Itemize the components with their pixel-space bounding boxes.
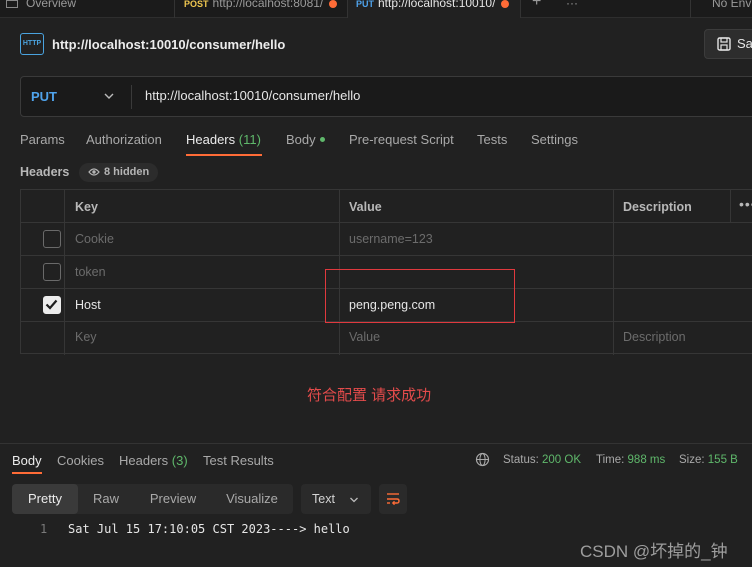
header-key-cookie[interactable]: Cookie (75, 232, 114, 246)
top-tab-strip: Overview POST http://localhost:8081/ PUT h… (0, 0, 752, 18)
column-header-description: Description (623, 200, 692, 214)
header-enable-checkbox-token[interactable] (43, 263, 61, 281)
method-select[interactable]: PUT (31, 89, 57, 104)
annotation-highlight-box (325, 269, 515, 323)
header-key-host[interactable]: Host (75, 298, 101, 312)
format-raw-button[interactable]: Raw (84, 484, 128, 514)
response-tab-test-results[interactable]: Test Results (203, 453, 274, 468)
tab-tests[interactable]: Tests (477, 132, 507, 147)
format-preview-button[interactable]: Preview (142, 484, 204, 514)
response-size: Size: 155 B (679, 454, 738, 466)
tab-settings[interactable]: Settings (531, 132, 578, 147)
globe-icon[interactable] (475, 452, 490, 467)
wrap-lines-icon (387, 493, 400, 506)
response-time: Time: 988 ms (596, 454, 666, 466)
new-header-value-input[interactable]: Value (349, 330, 380, 344)
headers-section-label: Headers (20, 165, 70, 179)
save-button[interactable]: Sa (704, 29, 752, 59)
active-tab-indicator (186, 154, 262, 156)
watermark: CSDN @坏掉的_钟 (580, 542, 728, 561)
tab-prerequest-script[interactable]: Pre-request Script (349, 132, 454, 147)
unsaved-dot-icon (501, 0, 510, 8)
annotation-text: 符合配置 请求成功 (307, 387, 432, 404)
checkmark-icon (45, 299, 58, 310)
url-input[interactable]: http://localhost:10010/consumer/hello (145, 88, 360, 103)
format-pretty-button[interactable]: Pretty (12, 484, 78, 514)
wrap-lines-button[interactable] (379, 484, 407, 514)
response-type-select[interactable]: Text (301, 484, 371, 514)
request-title[interactable]: http://localhost:10010/consumer/hello (52, 37, 285, 52)
new-tab-button[interactable]: + (532, 0, 548, 18)
overview-icon (6, 0, 18, 8)
response-active-tab-indicator (12, 472, 42, 474)
tab-authorization[interactable]: Authorization (86, 132, 162, 147)
header-value-cookie[interactable]: username=123 (349, 232, 433, 246)
body-has-content-dot-icon (319, 137, 325, 142)
response-tab-cookies[interactable]: Cookies (57, 453, 104, 468)
url-bar: PUT http://localhost:10010/consumer/hell… (20, 76, 752, 117)
header-enable-checkbox-host[interactable] (43, 296, 61, 314)
tab-body[interactable]: Body (286, 132, 325, 147)
hidden-headers-toggle[interactable]: 8 hidden (79, 163, 159, 182)
table-options-button[interactable]: ••• (739, 196, 752, 212)
chevron-down-icon (350, 497, 358, 503)
tab-params[interactable]: Params (20, 132, 65, 147)
header-enable-checkbox-cookie[interactable] (43, 230, 61, 248)
response-status: Status: 200 OK (503, 454, 582, 466)
tab-post-request[interactable]: POST http://localhost:8081/ (184, 0, 342, 18)
new-header-description-input[interactable]: Description (623, 330, 686, 344)
chevron-down-icon[interactable] (103, 90, 115, 102)
header-key-token[interactable]: token (75, 265, 106, 279)
tab-overview[interactable]: Overview (6, 0, 166, 18)
tab-headers[interactable]: Headers (11) (186, 132, 261, 147)
response-tab-body[interactable]: Body (12, 453, 42, 468)
save-icon (717, 37, 731, 51)
http-request-icon: HTTP (20, 33, 44, 55)
response-tab-headers[interactable]: Headers (3) (119, 453, 188, 468)
tab-put-request[interactable]: PUT http://localhost:10010/ (348, 0, 520, 18)
column-header-key: Key (75, 200, 98, 214)
unsaved-dot-icon (329, 0, 338, 8)
new-header-key-input[interactable]: Key (75, 330, 97, 344)
column-header-value: Value (349, 200, 382, 214)
more-tabs-button[interactable]: ··· (566, 0, 586, 18)
eye-icon (88, 168, 100, 176)
response-format-group: Pretty Raw Preview Visualize (12, 484, 293, 514)
response-body-text[interactable]: Sat Jul 15 17:10:05 CST 2023----> hello (68, 522, 350, 536)
format-visualize-button[interactable]: Visualize (218, 484, 286, 514)
environment-select[interactable]: No Envi (712, 0, 752, 18)
line-number: 1 (40, 522, 48, 536)
